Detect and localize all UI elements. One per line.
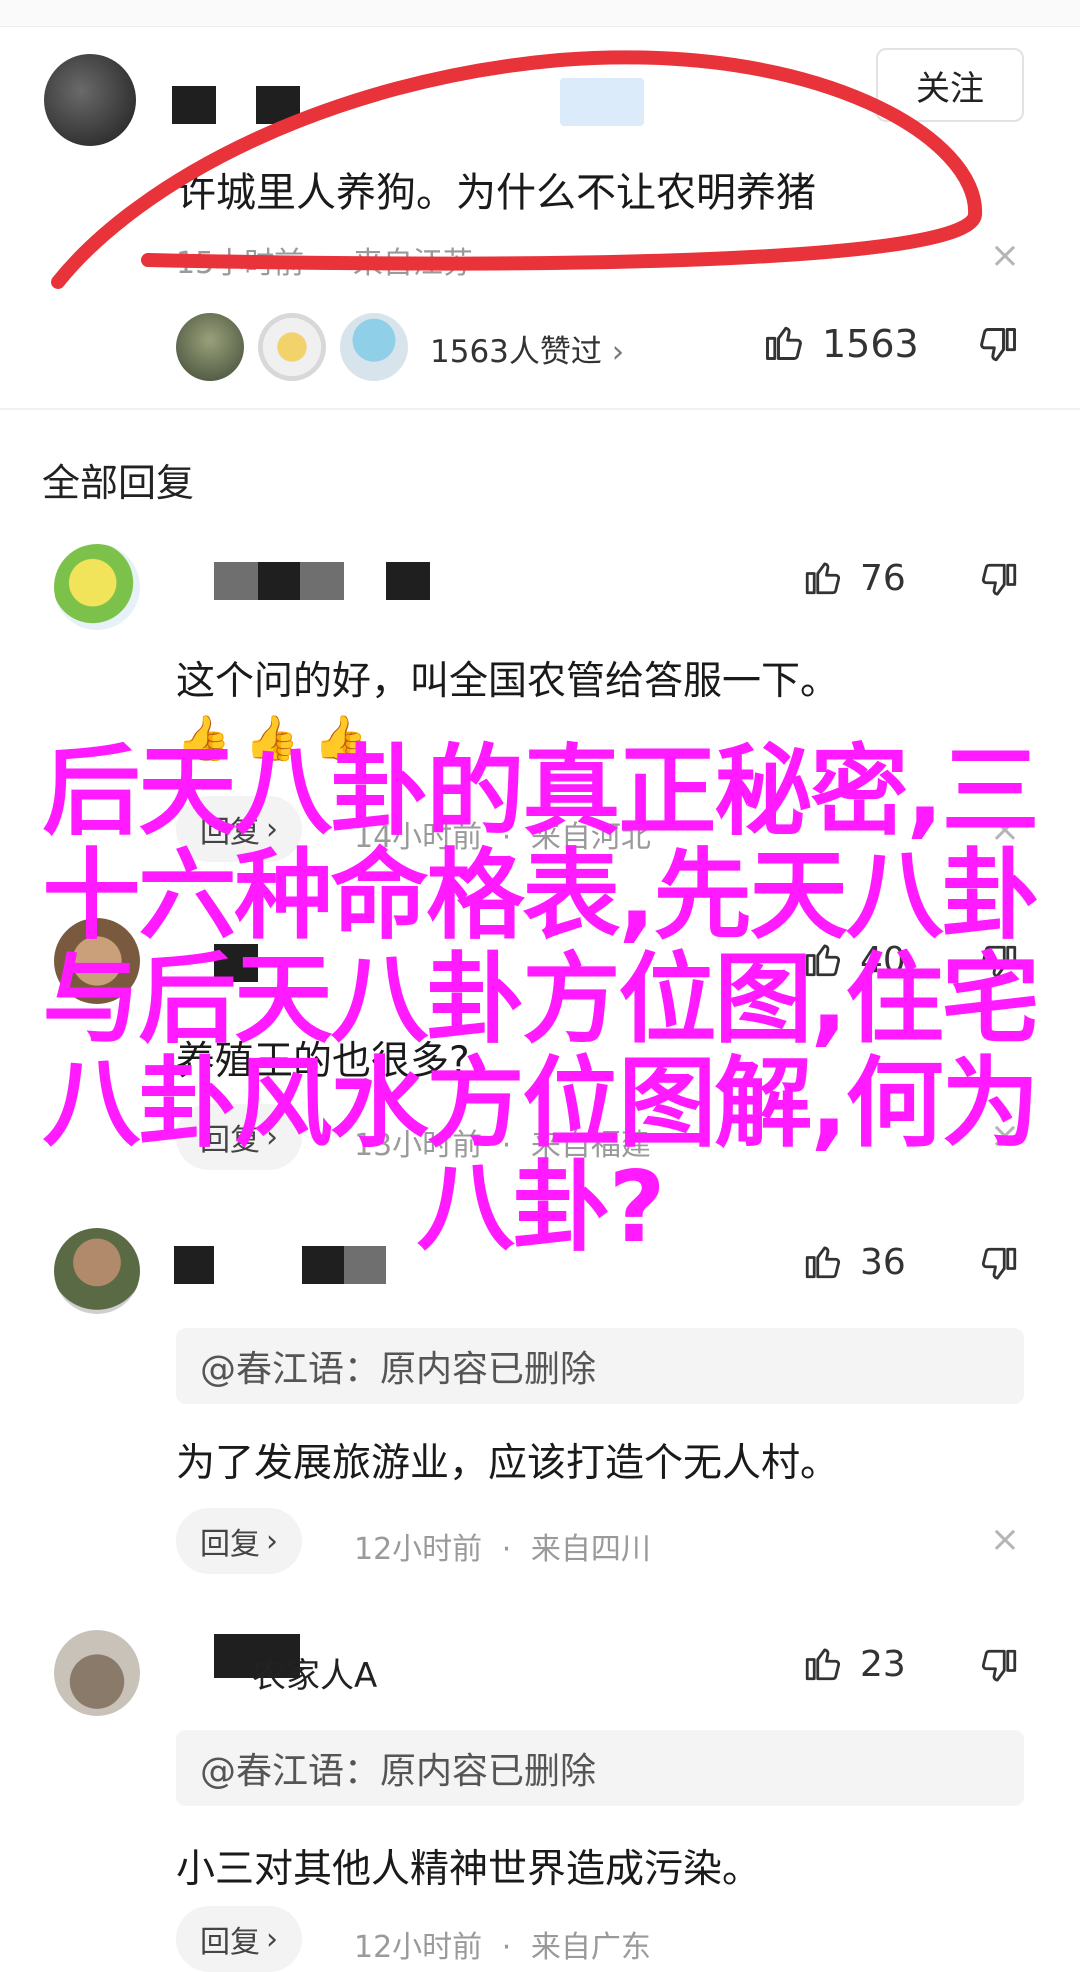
comment-like-count: 23 xyxy=(860,1644,906,1685)
quoted-reply[interactable]: @春江语：原内容已删除 xyxy=(176,1730,1024,1806)
close-icon[interactable]: × xyxy=(985,1520,1025,1560)
reply-button[interactable]: 回复 › xyxy=(176,1508,302,1574)
comment-location: 来自四川 xyxy=(530,1532,651,1567)
comment-text: 这个问的好，叫全国农管给答服一下。 xyxy=(176,659,840,704)
chevron-right-icon: › xyxy=(611,334,625,370)
comment-meta: 12小时前 · 来自四川 xyxy=(354,1524,651,1568)
thumbs-up-icon[interactable] xyxy=(762,320,806,364)
reply-button[interactable]: 回复 › xyxy=(176,1906,302,1972)
thumbs-down-icon[interactable] xyxy=(978,560,1020,602)
comment-time: 12小时前 xyxy=(354,1532,483,1567)
thumbs-down-icon[interactable] xyxy=(976,324,1020,368)
reply-label: 回复 xyxy=(200,1925,260,1960)
comment-meta: 12小时前 · 来自广东 xyxy=(354,1922,651,1966)
comment-avatar[interactable] xyxy=(54,544,140,630)
comment-username-redacted xyxy=(386,562,430,600)
liker-avatar[interactable] xyxy=(258,313,326,381)
section-divider xyxy=(0,408,1080,410)
comment-like-count: 76 xyxy=(860,558,906,599)
liker-avatar[interactable] xyxy=(340,313,408,381)
quoted-reply[interactable]: @春江语：原内容已删除 xyxy=(176,1328,1024,1404)
post-like-count: 1563 xyxy=(822,322,919,366)
reply-label: 回复 xyxy=(200,1527,260,1562)
meta-separator: · xyxy=(501,1532,512,1567)
comment-text: 为了发展旅游业，应该打造个无人村。 xyxy=(176,1441,840,1486)
likers-summary: 1563人赞过 xyxy=(430,334,602,370)
meta-separator: · xyxy=(501,1930,512,1965)
chevron-right-icon: › xyxy=(266,1523,278,1559)
section-title: 全部回复 xyxy=(42,461,195,505)
comment-username-redacted xyxy=(214,562,258,600)
comment-username[interactable]: 农家人A xyxy=(204,1648,377,1697)
likers-summary-link[interactable]: 1563人赞过 › xyxy=(430,326,624,371)
thumbs-up-icon[interactable] xyxy=(802,556,844,598)
chevron-right-icon: › xyxy=(266,1921,278,1957)
thumbs-down-icon[interactable] xyxy=(978,1646,1020,1688)
thumbs-up-icon[interactable] xyxy=(802,1642,844,1684)
comment-location: 来自广东 xyxy=(530,1930,651,1965)
annotation-ellipse xyxy=(51,50,983,289)
liker-avatar[interactable] xyxy=(176,313,244,381)
comment-text: 小三对其他人精神世界造成污染。 xyxy=(176,1847,762,1892)
comment-username-redacted xyxy=(300,562,344,600)
comment-avatar[interactable] xyxy=(54,1630,140,1716)
comment-username-redacted xyxy=(258,562,300,600)
overlay-title: 后天八卦的真正秘密,三十六种命格表,先天八卦与后天八卦方位图,住宅八卦风水方位图… xyxy=(42,735,1039,1265)
comment-time: 12小时前 xyxy=(354,1930,483,1965)
